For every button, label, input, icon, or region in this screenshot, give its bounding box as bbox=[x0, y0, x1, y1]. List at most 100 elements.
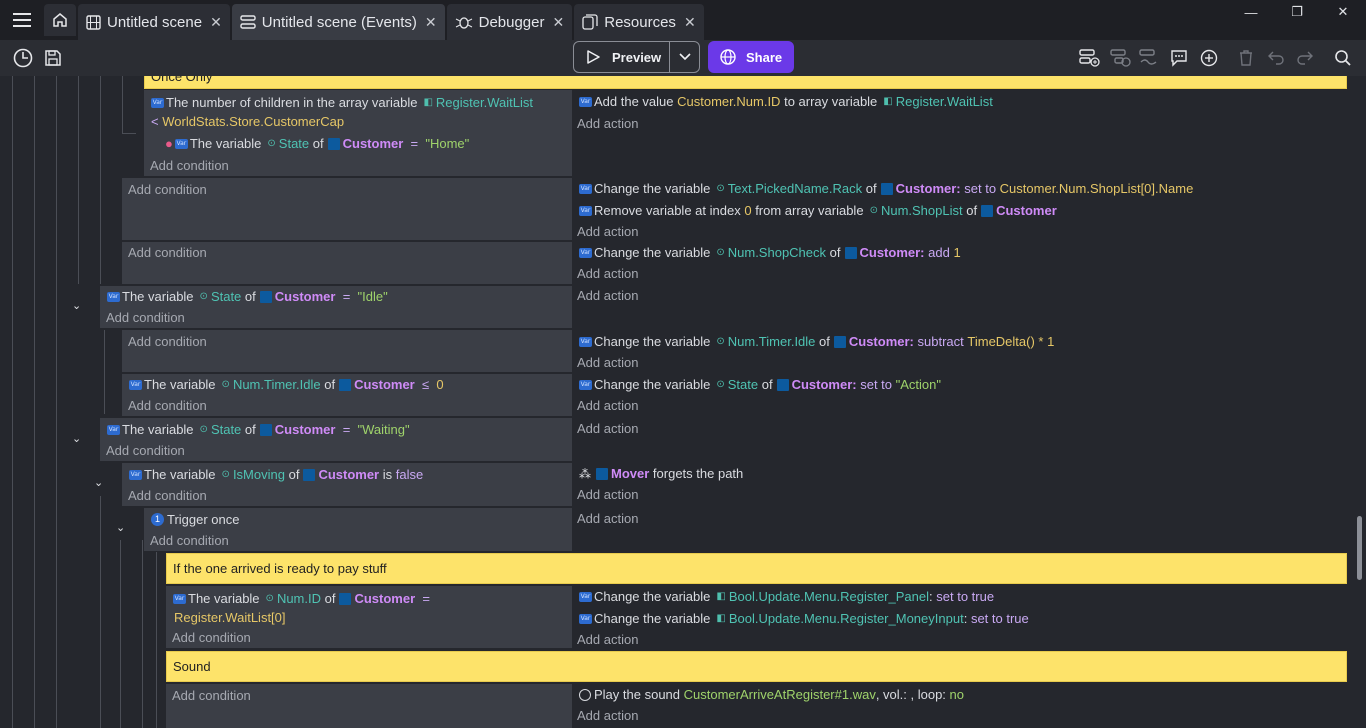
preview-button[interactable]: Preview bbox=[573, 41, 700, 73]
add-event-button[interactable] bbox=[1077, 46, 1101, 70]
event-conditions[interactable]: Var The variable ⊙ State of Customer = "… bbox=[100, 286, 572, 328]
event-conditions[interactable]: Var The number of children in the array … bbox=[144, 90, 572, 176]
add-condition-link[interactable]: Add condition bbox=[172, 688, 251, 703]
event-conditions[interactable]: 1 Trigger once Add condition bbox=[144, 508, 572, 551]
redo-button[interactable] bbox=[1293, 46, 1317, 70]
preview-options-button[interactable] bbox=[670, 53, 699, 61]
undo-button[interactable] bbox=[1264, 46, 1288, 70]
delete-button[interactable] bbox=[1234, 46, 1258, 70]
event-actions[interactable]: Var Change the variable ⊙ Num.ShopCheck … bbox=[572, 242, 1347, 284]
collapse-chevron-icon[interactable]: ⌄ bbox=[72, 432, 81, 445]
save-button[interactable] bbox=[41, 46, 65, 70]
add-comment-button[interactable] bbox=[1167, 46, 1191, 70]
restore-button[interactable]: ❐ bbox=[1282, 4, 1312, 20]
tab-untitled-scene[interactable]: Untitled scene ✕ bbox=[78, 4, 230, 40]
add-action-link[interactable]: Add action bbox=[577, 355, 638, 370]
action-row[interactable]: Var Change the variable ⊙ State of Custo… bbox=[579, 377, 941, 392]
add-condition-link[interactable]: Add condition bbox=[128, 488, 207, 503]
event-conditions[interactable]: Var The variable ⊙ State of Customer = "… bbox=[100, 418, 572, 461]
event-conditions[interactable]: Add condition bbox=[122, 242, 572, 284]
event-actions[interactable]: ⁂ Mover forgets the path Add action bbox=[572, 463, 1347, 506]
action-row[interactable]: Play the sound CustomerArriveAtRegister#… bbox=[579, 687, 964, 702]
condition-row[interactable]: Var The variable ⊙ State of Customer = "… bbox=[107, 289, 388, 304]
add-sub-event-button[interactable] bbox=[1108, 46, 1132, 70]
collapse-chevron-icon[interactable]: ⌄ bbox=[94, 476, 103, 489]
hamburger-menu-button[interactable] bbox=[0, 0, 44, 40]
condition-row[interactable]: Var The variable ⊙ Num.ID of Customer = bbox=[173, 591, 430, 606]
add-action-link[interactable]: Add action bbox=[577, 511, 638, 526]
condition-row[interactable]: ● Var The variable ⊙ State of Customer =… bbox=[165, 136, 469, 151]
condition-row[interactable]: Var The variable ⊙ IsMoving of Customer … bbox=[129, 467, 423, 482]
event-actions[interactable]: Play the sound CustomerArriveAtRegister#… bbox=[572, 684, 1347, 728]
close-icon[interactable]: ✕ bbox=[553, 14, 565, 31]
condition-row[interactable]: Var The number of children in the array … bbox=[151, 95, 533, 110]
action-row[interactable]: Var Change the variable ◧ Bool.Update.Me… bbox=[579, 611, 1029, 626]
event-actions[interactable]: Var Change the variable ⊙ Num.Timer.Idle… bbox=[572, 330, 1347, 372]
close-icon[interactable]: ✕ bbox=[210, 14, 222, 31]
event-actions[interactable]: Var Add the value Customer.Num.ID to arr… bbox=[572, 90, 1347, 176]
tab-untitled-scene-events[interactable]: Untitled scene (Events) ✕ bbox=[231, 4, 445, 40]
add-condition-link[interactable]: Add condition bbox=[106, 310, 185, 325]
condition-row[interactable]: Var The variable ⊙ State of Customer = "… bbox=[107, 422, 410, 437]
action-row[interactable]: Var Change the variable ⊙ Num.Timer.Idle… bbox=[579, 334, 1054, 349]
add-condition-link[interactable]: Add condition bbox=[128, 182, 207, 197]
add-action-link[interactable]: Add action bbox=[577, 116, 638, 131]
action-row[interactable]: Var Change the variable ⊙ Text.PickedNam… bbox=[579, 181, 1193, 196]
minimize-button[interactable]: — bbox=[1236, 4, 1266, 20]
add-condition-link[interactable]: Add condition bbox=[172, 630, 251, 645]
action-row[interactable]: Var Remove variable at index 0 from arra… bbox=[579, 203, 1057, 218]
add-action-link[interactable]: Add action bbox=[577, 487, 638, 502]
event-actions[interactable]: Add action bbox=[572, 418, 1347, 461]
collapse-chevron-icon[interactable]: ⌄ bbox=[72, 299, 81, 312]
comment-block[interactable]: If the one arrived is ready to pay stuff bbox=[166, 553, 1347, 584]
event-actions[interactable]: Add action bbox=[572, 508, 1347, 551]
add-condition-link[interactable]: Add condition bbox=[128, 334, 207, 349]
operator: subtract bbox=[917, 334, 964, 349]
close-icon[interactable]: ✕ bbox=[684, 14, 696, 31]
add-action-link[interactable]: Add action bbox=[577, 708, 638, 723]
collapse-chevron-icon[interactable]: ⌄ bbox=[116, 521, 125, 534]
tab-debugger[interactable]: Debugger ✕ bbox=[446, 4, 573, 40]
add-action-link[interactable]: Add action bbox=[577, 421, 638, 436]
search-button[interactable] bbox=[1331, 46, 1355, 70]
action-row[interactable]: Var Change the variable ⊙ Num.ShopCheck … bbox=[579, 245, 961, 260]
project-manager-button[interactable] bbox=[11, 46, 35, 70]
add-action-link[interactable]: Add action bbox=[577, 288, 638, 303]
action-row[interactable]: Var Add the value Customer.Num.ID to arr… bbox=[579, 94, 993, 109]
add-other-button[interactable] bbox=[1137, 46, 1161, 70]
close-window-button[interactable]: ✕ bbox=[1328, 4, 1358, 20]
add-condition-link[interactable]: Add condition bbox=[128, 245, 207, 260]
add-condition-link[interactable]: Add condition bbox=[150, 158, 229, 173]
comment-block[interactable]: Sound bbox=[166, 651, 1347, 682]
tab-resources[interactable]: Resources ✕ bbox=[574, 4, 704, 40]
add-condition-link[interactable]: Add condition bbox=[150, 533, 229, 548]
add-button[interactable] bbox=[1197, 46, 1221, 70]
action-row[interactable]: Var Change the variable ◧ Bool.Update.Me… bbox=[579, 589, 994, 604]
action-row[interactable]: ⁂ Mover forgets the path bbox=[579, 466, 743, 481]
event-conditions[interactable]: Add condition bbox=[122, 178, 572, 240]
event-actions[interactable]: Var Change the variable ⊙ Text.PickedNam… bbox=[572, 178, 1347, 240]
event-conditions[interactable]: Var The variable ⊙ Num.ID of Customer = … bbox=[166, 586, 572, 648]
add-action-link[interactable]: Add action bbox=[577, 398, 638, 413]
event-conditions[interactable]: Add condition bbox=[122, 330, 572, 372]
add-action-link[interactable]: Add action bbox=[577, 224, 638, 239]
condition-row[interactable]: 1 Trigger once bbox=[151, 512, 240, 527]
event-actions[interactable]: Add action bbox=[572, 286, 1347, 328]
event-actions[interactable]: Var Change the variable ⊙ State of Custo… bbox=[572, 374, 1347, 416]
condition-row[interactable]: Var The variable ⊙ Num.Timer.Idle of Cus… bbox=[129, 377, 444, 392]
event-conditions[interactable]: Add condition bbox=[166, 684, 572, 728]
add-action-link[interactable]: Add action bbox=[577, 266, 638, 281]
vertical-scrollbar[interactable] bbox=[1357, 516, 1362, 580]
preview-main[interactable]: Preview bbox=[574, 42, 670, 72]
comment-block[interactable]: Once Only bbox=[144, 76, 1347, 89]
add-action-link[interactable]: Add action bbox=[577, 632, 638, 647]
event-conditions[interactable]: Var The variable ⊙ Num.Timer.Idle of Cus… bbox=[122, 374, 572, 416]
share-button[interactable]: Share bbox=[708, 41, 794, 73]
event-actions[interactable]: Var Change the variable ◧ Bool.Update.Me… bbox=[572, 586, 1347, 648]
tab-home[interactable] bbox=[44, 4, 76, 36]
add-condition-link[interactable]: Add condition bbox=[106, 443, 185, 458]
event-conditions[interactable]: Var The variable ⊙ IsMoving of Customer … bbox=[122, 463, 572, 506]
close-icon[interactable]: ✕ bbox=[425, 14, 437, 31]
add-condition-link[interactable]: Add condition bbox=[128, 398, 207, 413]
variable-name: State bbox=[210, 422, 242, 437]
